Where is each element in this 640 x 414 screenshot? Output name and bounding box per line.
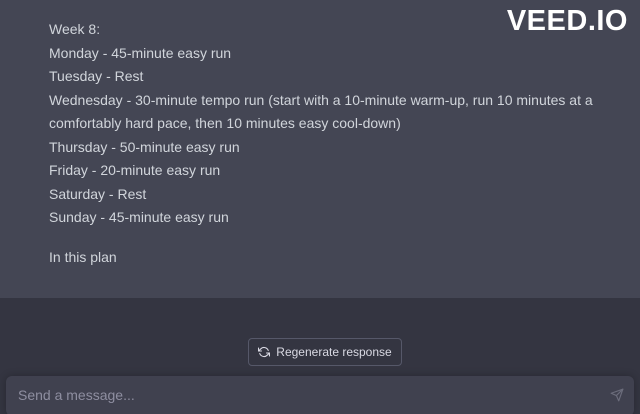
plan-line-saturday: Saturday - Rest xyxy=(49,185,147,202)
regenerate-response-label: Regenerate response xyxy=(276,345,392,359)
plan-line-thursday: Thursday - 50-minute easy run xyxy=(49,138,240,155)
send-icon xyxy=(610,388,624,402)
send-button[interactable] xyxy=(608,386,626,404)
refresh-icon xyxy=(258,346,271,358)
plan-line-friday: Friday - 20-minute easy run xyxy=(49,162,221,178)
plan-line-sunday: Sunday - 45-minute easy run xyxy=(49,209,229,225)
assistant-message: Week 8: Monday - 45-minute easy run Tues… xyxy=(0,0,640,298)
message-input[interactable] xyxy=(18,385,598,405)
plan-line-monday: Monday - 45-minute easy run xyxy=(49,44,232,61)
message-tail-text: In this plan xyxy=(49,249,117,265)
message-content: Week 8: Monday - 45-minute easy run Tues… xyxy=(49,18,609,230)
plan-line-tuesday: Tuesday - Rest xyxy=(49,68,144,84)
regenerate-response-button[interactable]: Regenerate response xyxy=(248,338,402,366)
message-composer xyxy=(6,376,634,414)
chat-app: Week 8: Monday - 45-minute easy run Tues… xyxy=(0,0,640,414)
plan-line-wednesday: Wednesday - 30-minute tempo run (start w… xyxy=(49,91,593,132)
veed-watermark: VEED.IO xyxy=(506,5,628,37)
